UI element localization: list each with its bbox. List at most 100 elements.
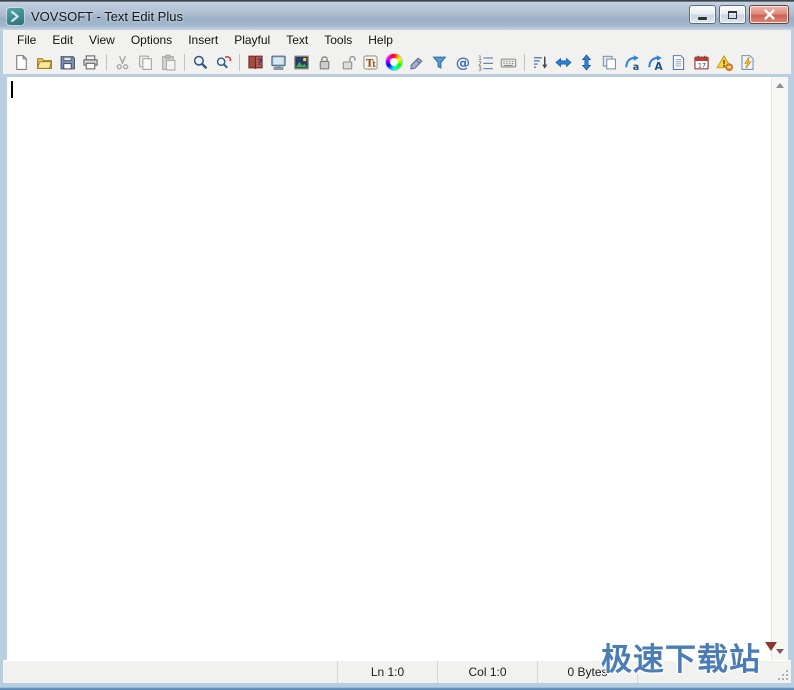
keyboard-icon [500,58,517,67]
print-icon [83,54,98,69]
scrollbar-track[interactable] [772,94,788,643]
toolbar-separator [524,53,525,71]
menu-item-insert[interactable]: Insert [180,31,226,49]
image-button[interactable] [290,51,313,73]
lock-icon [319,55,330,69]
svg-text:a: a [633,61,639,70]
save-icon [60,55,75,69]
cut-icon [116,55,129,69]
copy-icon [139,55,152,70]
email-at-button[interactable]: @ [451,51,474,73]
paste-icon [162,54,176,70]
menu-item-tools[interactable]: Tools [316,31,360,49]
status-panel-right [637,661,791,683]
sort-lines-icon [533,56,548,69]
eraser-button[interactable] [405,51,428,73]
editor-container [3,74,791,660]
flash-button[interactable] [736,51,759,73]
find-button[interactable] [189,51,212,73]
arrows-horizontal-button[interactable] [552,51,575,73]
monitor-icon [271,55,286,70]
menu-item-edit[interactable]: Edit [44,31,81,49]
numbered-list-button[interactable]: 123 [474,51,497,73]
open-folder-button[interactable] [33,51,56,73]
monitor-button[interactable] [267,51,290,73]
help-book-button[interactable]: ? [244,51,267,73]
resize-grip[interactable] [777,669,790,682]
sort-lines-button[interactable] [529,51,552,73]
unlock-icon [342,55,356,69]
lock-button[interactable] [313,51,336,73]
font-icon: Tt [363,54,378,70]
eraser-icon [410,57,423,70]
watermark-arrow-icon [765,642,777,651]
color-wheel-button[interactable] [382,51,405,73]
scroll-up-button[interactable] [772,77,788,94]
text-caret [11,81,13,98]
menu-item-view[interactable]: View [81,31,123,49]
arrows-horizontal-icon [555,57,572,67]
maximize-button[interactable] [719,5,746,24]
svg-text:t: t [372,59,376,68]
window-bottom-border [0,683,794,690]
find-replace-icon [216,55,232,68]
filter-icon [432,56,447,69]
email-at-icon: @ [456,55,470,71]
toolbar: ? Tt @1 2 3 a A 17 [3,50,791,74]
numbered-list-icon: 123 [478,56,493,71]
unlock-button[interactable] [336,51,359,73]
svg-text:@: @ [456,55,470,71]
text-editor[interactable] [7,77,771,660]
lowercase-button[interactable]: a [621,51,644,73]
cut-button[interactable] [111,51,134,73]
uppercase-button[interactable]: A [644,51,667,73]
open-folder-icon [36,57,53,69]
color-wheel-icon [385,54,402,70]
flash-icon [741,54,754,70]
warning-icon [716,54,733,71]
menu-item-help[interactable]: Help [360,31,401,49]
duplicate-pages-icon [602,55,616,69]
minimize-button[interactable] [689,5,716,24]
filter-button[interactable] [428,51,451,73]
arrows-vertical-button[interactable] [575,51,598,73]
status-bar: Ln 1:0 Col 1:0 0 Bytes [3,660,791,683]
text-edit-plus-app-icon [7,7,24,25]
paste-button[interactable] [157,51,180,73]
keyboard-button[interactable] [497,51,520,73]
save-button[interactable] [56,51,79,73]
status-panel-empty [3,661,337,683]
menu-item-text[interactable]: Text [278,31,316,49]
toolbar-separator [184,53,185,71]
toolbar-separator [239,53,240,71]
svg-text:?: ? [257,58,262,68]
menu-item-file[interactable]: File [9,31,44,49]
help-book-icon: ? [248,55,263,69]
calendar-button[interactable]: 17 [690,51,713,73]
toolbar-separator [106,53,107,71]
new-file-icon [16,54,27,70]
minimize-icon [698,16,707,20]
vertical-scrollbar[interactable] [771,77,788,660]
scroll-up-icon [776,83,784,88]
lowercase-icon: a [625,54,639,71]
title-bar[interactable]: VOVSOFT - Text Edit Plus [0,1,794,30]
menu-item-playful[interactable]: Playful [226,31,278,49]
window-controls [689,5,789,24]
find-replace-button[interactable] [212,51,235,73]
print-button[interactable] [79,51,102,73]
document-lines-button[interactable] [667,51,690,73]
status-column-indicator: Col 1:0 [437,661,537,683]
app-window: VOVSOFT - Text Edit Plus File Edit View Opt… [0,0,794,690]
font-button[interactable]: Tt [359,51,382,73]
close-button[interactable] [749,5,789,24]
new-file-button[interactable] [10,51,33,73]
duplicate-pages-button[interactable] [598,51,621,73]
copy-button[interactable] [134,51,157,73]
warning-button[interactable] [713,51,736,73]
image-icon [294,55,309,69]
menu-item-options[interactable]: Options [123,31,180,49]
menu-bar: File Edit View Options Insert Playful Text Tool… [3,30,791,50]
document-lines-icon [672,54,685,70]
arrows-vertical-icon [581,53,592,71]
